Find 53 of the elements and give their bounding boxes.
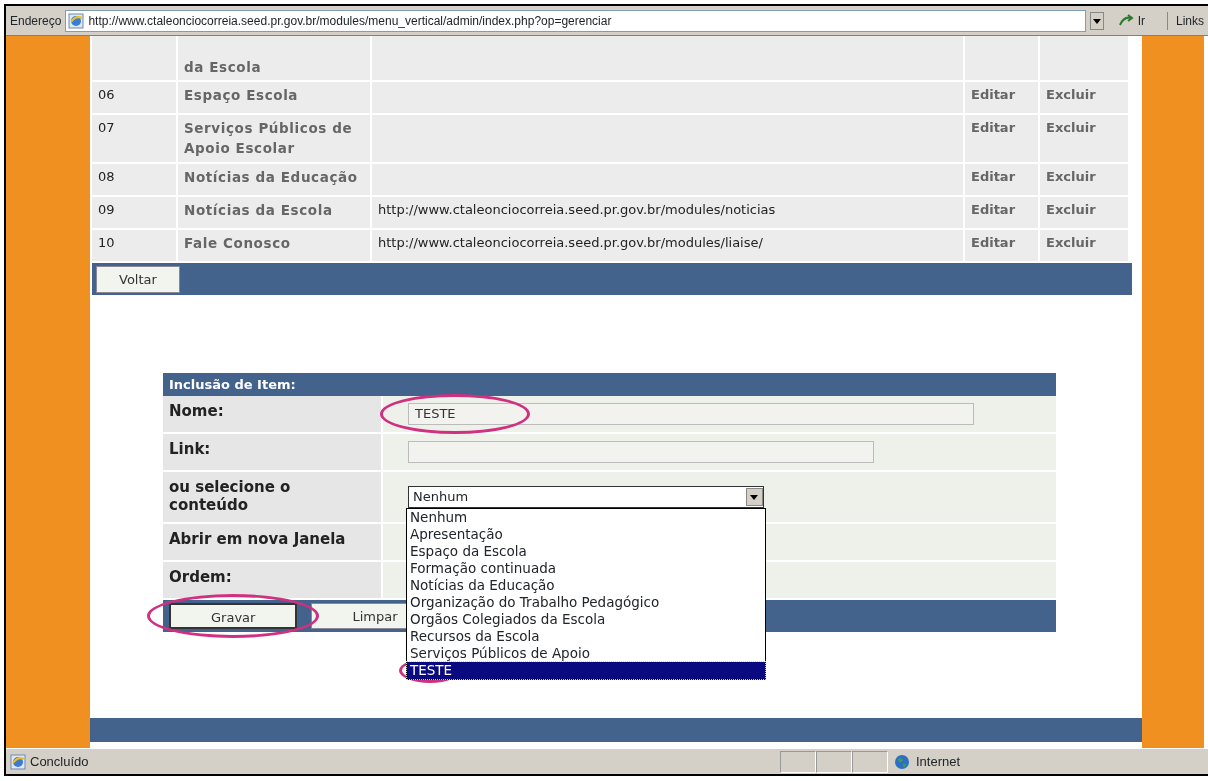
dropdown-option[interactable]: Nenhum — [407, 509, 765, 526]
status-text: Concluído — [30, 752, 89, 771]
item-name: Espaço Escola — [178, 82, 372, 113]
row-number: 09 — [92, 196, 178, 228]
delete-link[interactable]: Excluir — [1040, 196, 1130, 228]
field-label: ou selecione o conteúdo — [169, 478, 291, 514]
dropdown-option[interactable]: TESTE — [407, 662, 765, 679]
url-text: http://www.ctaleonciocorreia.seed.pr.gov.br/modules/menu_vertical/admin/index.php?op=gerenciar — [88, 12, 612, 30]
dropdown-option[interactable]: Notícias da Educação — [407, 577, 765, 594]
item-name: Notícias da Educação — [178, 163, 372, 195]
go-button[interactable]: Ir — [1137, 11, 1145, 30]
delete-link[interactable]: Excluir — [1040, 163, 1130, 195]
edit-link[interactable]: Editar — [965, 196, 1040, 228]
field-label: Nome: — [169, 402, 224, 420]
item-name: Serviços Públicos de Apoio Escolar — [178, 115, 372, 162]
field-label: Ordem: — [169, 568, 232, 586]
address-field[interactable]: http://www.ctaleonciocorreia.seed.pr.gov.br/modules/menu_vertical/admin/index.php?op=gerenciar — [65, 9, 1086, 32]
row-number: 07 — [92, 115, 178, 162]
globe-icon — [894, 753, 910, 770]
row-number: 06 — [92, 82, 178, 113]
delete-link[interactable]: Excluir — [1040, 229, 1130, 261]
save-button[interactable]: Gravar — [169, 603, 298, 629]
edit-link[interactable]: Editar — [965, 163, 1040, 195]
delete-link[interactable]: Excluir — [1040, 82, 1130, 113]
dropdown-option[interactable]: Serviços Públicos de Apoio — [407, 645, 765, 662]
dropdown-option[interactable]: Formação continuada — [407, 560, 765, 577]
edit-link[interactable]: Editar — [965, 82, 1040, 113]
item-name: Notícias da Escola — [178, 196, 372, 228]
zone-text: Internet — [916, 752, 961, 771]
dropdown-option[interactable]: Apresentação — [407, 526, 765, 543]
status-panel — [816, 750, 852, 773]
delete-link[interactable]: Excluir — [1040, 115, 1130, 162]
page-icon — [68, 12, 85, 29]
page-icon — [10, 753, 26, 770]
text-field[interactable]: TESTE — [408, 403, 974, 425]
address-label: Endereço — [10, 12, 62, 30]
edit-link[interactable]: Editar — [965, 115, 1040, 162]
edit-link[interactable]: Editar — [965, 229, 1040, 261]
form-title: Inclusão de Item: — [163, 372, 1056, 396]
row-number: 10 — [92, 229, 178, 261]
links-button[interactable]: Links — [1167, 11, 1208, 30]
dropdown-option[interactable]: Recursos da Escola — [407, 628, 765, 645]
status-panel — [852, 750, 888, 773]
status-panel — [780, 750, 816, 773]
back-button[interactable]: Voltar — [96, 265, 180, 293]
item-name: Fale Conosco — [178, 229, 372, 261]
text-field[interactable] — [408, 441, 874, 463]
item-name: da Escola — [178, 36, 372, 80]
row-number: 08 — [92, 163, 178, 195]
field-label: Link: — [169, 440, 211, 458]
dropdown-option[interactable]: Espaço da Escola — [407, 543, 765, 560]
field-label: Abrir em nova Janela — [169, 530, 346, 548]
content-select[interactable]: Nenhum — [408, 486, 764, 508]
